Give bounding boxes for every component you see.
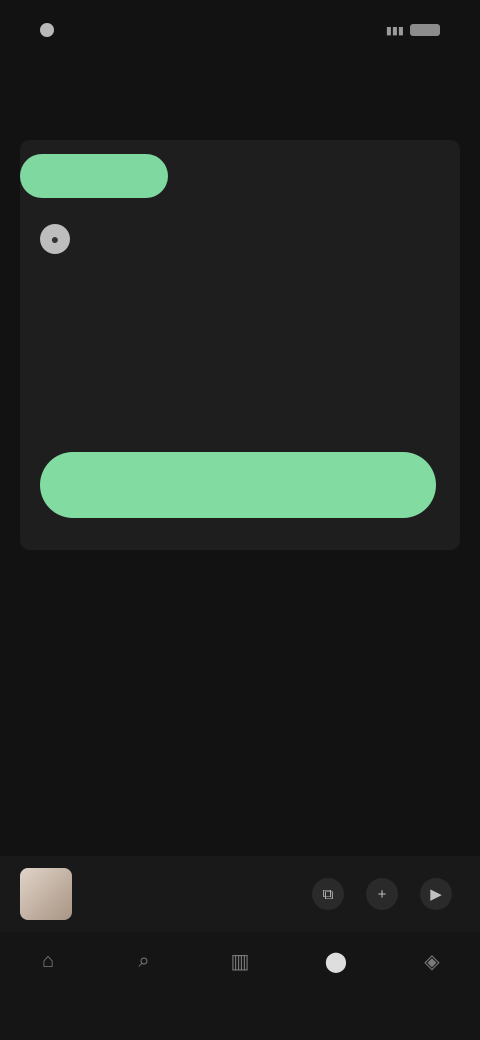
home-icon: ⌂ xyxy=(41,949,55,972)
nav-item-create[interactable]: ⬤ xyxy=(296,946,376,984)
content-card: ● xyxy=(20,140,460,550)
status-bar: ▮▮▮ xyxy=(0,0,480,60)
mini-player-controls: ⧉ + ▶ xyxy=(312,878,452,910)
status-left xyxy=(40,23,66,37)
mini-player[interactable]: ⧉ + ▶ xyxy=(0,856,480,932)
category-chip[interactable] xyxy=(20,154,168,198)
album-art xyxy=(20,868,72,920)
nav-item-library[interactable]: ▥ xyxy=(200,946,280,984)
premium-icon: ◈ xyxy=(424,950,440,973)
library-icon: ▥ xyxy=(230,950,250,973)
search-icon: ⌕ xyxy=(138,949,150,972)
bottom-nav: ⌂ ⌕ ▥ ⬤ ◈ xyxy=(0,932,480,1040)
battery-icon xyxy=(410,24,440,36)
play-icon[interactable]: ▶ xyxy=(420,878,452,910)
devices-icon[interactable]: ⧉ xyxy=(312,878,344,910)
now-playing-info[interactable] xyxy=(84,892,312,896)
notification-icon xyxy=(40,23,54,37)
author-row[interactable]: ● xyxy=(40,224,80,254)
add-icon[interactable]: + xyxy=(366,878,398,910)
create-icon: ⬤ xyxy=(324,950,348,973)
nav-item-search[interactable]: ⌕ xyxy=(104,946,184,984)
signal-icon: ▮▮▮ xyxy=(385,24,404,37)
nav-item-home[interactable]: ⌂ xyxy=(8,946,88,984)
nav-item-premium[interactable]: ◈ xyxy=(392,946,472,984)
status-right: ▮▮▮ xyxy=(386,24,440,37)
avatar: ● xyxy=(40,224,70,254)
cta-button[interactable] xyxy=(40,452,436,518)
